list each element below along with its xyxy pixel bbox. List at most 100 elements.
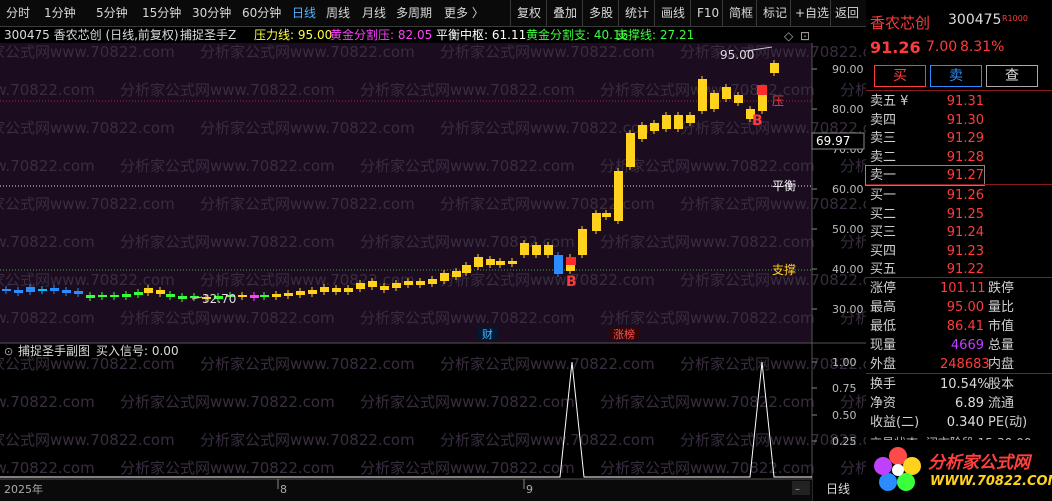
stat2-row[interactable]: 收益(二) 0.340 PE(动) [866, 413, 1052, 432]
candle-body [308, 290, 317, 294]
period-tab-30min[interactable]: 30分钟 [192, 0, 231, 26]
price-tick-label: 60.00 [832, 183, 864, 196]
kline-chart[interactable]: 分析家公式网www.70822.com 分析家公式网www.70822.com 分析… [0, 27, 866, 501]
watermark-text: 分析家公式网www.70822.com [360, 393, 575, 411]
stat-row[interactable]: 涨停 101.11 跌停 [866, 279, 1052, 298]
tool-add-watchlist-button[interactable]: +自选 [790, 0, 829, 26]
tool-back-button[interactable]: 返回 [830, 0, 859, 26]
bid-row[interactable]: 买四 91.23 [866, 242, 1052, 261]
row-label: 卖一 [870, 168, 897, 183]
tool-overlay-button[interactable]: 叠加 [546, 0, 577, 26]
row-value: 95.00 [946, 300, 984, 315]
row-label: 最低 [870, 319, 897, 334]
low-price-label: 32.70 [202, 292, 236, 306]
row-label: 买三 [870, 225, 897, 240]
period-tab-15min[interactable]: 15分钟 [142, 0, 181, 26]
candle-body [662, 115, 671, 129]
logo-url: WWW.70822.COM [930, 474, 1052, 489]
event-tag-finance[interactable]: 财 [482, 327, 493, 341]
bid-row[interactable]: 买三 91.24 [866, 223, 1052, 242]
tool-f10-button[interactable]: F10 [690, 0, 719, 26]
sub-tick-label: 0.25 [832, 435, 857, 448]
buy-button[interactable]: 买 [874, 65, 926, 87]
period-tab-more[interactable]: 更多 〉 [444, 0, 484, 26]
scroll-arrows-icon: – [795, 484, 800, 495]
orderbook-top-divider [866, 90, 1052, 91]
indicator-line-gold-press: 黄金分割压: 82.05 [330, 27, 432, 42]
candle-body [474, 257, 483, 267]
candle-body [272, 294, 281, 297]
watermark-text: 分析家公式网www.70822.com [200, 43, 415, 61]
watermark-text: 分析家公式网www.70822.com [0, 431, 175, 449]
candle-body [356, 283, 365, 289]
stats-divider [866, 277, 1052, 278]
stat-row[interactable]: 最高 95.00 量比 [866, 298, 1052, 317]
stat2-row[interactable]: 换手 10.54% 股本 [866, 375, 1052, 394]
sell-button[interactable]: 卖 [930, 65, 982, 87]
watermark-text: 分析家公式网www.70822.com [120, 81, 335, 99]
candle-body [260, 295, 269, 297]
candle-body [166, 294, 175, 297]
subchart-title: 捕捉圣手副图 [18, 343, 90, 358]
watermark-text: 分析家公式网www.70822.com [120, 309, 335, 327]
tool-multistock-button[interactable]: 多股 [582, 0, 613, 26]
tool-simple-frame-button[interactable]: 简框 [722, 0, 753, 26]
ask-row[interactable]: 卖五 ¥ 91.31 [866, 92, 1052, 111]
tool-draw-button[interactable]: 画线 [654, 0, 685, 26]
tool-mark-button[interactable]: 标记 [756, 0, 787, 26]
candle-body [674, 115, 683, 129]
row-label: 卖五 ¥ [870, 94, 909, 109]
ask-row[interactable]: 卖四 91.30 [866, 111, 1052, 130]
candle-body [722, 87, 731, 99]
period-tab-fenshi[interactable]: 分时 [6, 0, 30, 26]
candle-body [320, 287, 329, 292]
candle-body [614, 171, 623, 221]
period-tab-60min[interactable]: 60分钟 [242, 0, 281, 26]
period-tab-week[interactable]: 周线 [326, 0, 350, 26]
stat2-row[interactable]: 净资 6.89 流通 [866, 394, 1052, 413]
query-button[interactable]: 查 [986, 65, 1038, 87]
candle-body [98, 295, 107, 297]
bid-row[interactable]: 买一 91.26 [866, 186, 1052, 205]
candle-body [698, 79, 707, 111]
expand-icon[interactable]: ⊡ [800, 29, 810, 43]
ask-row[interactable]: 卖三 91.29 [866, 129, 1052, 148]
tool-fuquan-button[interactable]: 复权 [510, 0, 541, 26]
stat-row[interactable]: 现量 4669 总量 [866, 336, 1052, 355]
watermark-text: 分析家公式网www.70822.com [120, 459, 335, 477]
watermark-text: 分析家公式网www.70822.com [120, 157, 335, 175]
stat-row[interactable]: 外盘 248683 内盘 [866, 355, 1052, 374]
row-value: 91.26 [946, 188, 984, 203]
candle-body [296, 291, 305, 295]
settings-diamond-icon[interactable]: ◇ [784, 29, 794, 43]
watermark-text: 分析家公式网www.70822.com [0, 81, 95, 99]
row-label: 涨停 [870, 281, 897, 296]
bid-row[interactable]: 买二 91.25 [866, 205, 1052, 224]
price-tick-label: 90.00 [832, 63, 864, 76]
row-label-2: 市值 [988, 319, 1015, 334]
indicator-name: 捕捉圣手Z [180, 27, 236, 42]
indicator-line-pressure: 压力线: 95.00 [254, 28, 332, 42]
ask-row[interactable]: 卖二 91.28 [866, 148, 1052, 167]
row-value: 91.27 [946, 168, 984, 183]
stat-row[interactable]: 最低 86.41 市值 [866, 317, 1052, 336]
candle-body [14, 290, 23, 293]
watermark-text: 分析家公式网www.70822.com [0, 459, 95, 477]
tool-stats-button[interactable]: 统计 [618, 0, 649, 26]
period-tab-5min[interactable]: 5分钟 [96, 0, 128, 26]
period-tab-month[interactable]: 月线 [362, 0, 386, 26]
candle-body [26, 287, 35, 292]
watermark-text: 分析家公式网www.70822.com [120, 393, 335, 411]
ask-row[interactable]: 卖一 91.27 [865, 165, 985, 186]
period-tab-multi[interactable]: 多周期 [396, 0, 432, 26]
subchart-collapse-icon[interactable]: ⊙ [4, 345, 13, 358]
event-tag-zhangbang[interactable]: 涨榜 [613, 327, 635, 341]
candle-body [734, 95, 743, 103]
candle-body [110, 295, 119, 297]
row-value: 4669 [950, 338, 984, 353]
row-value: 248683 [940, 357, 990, 372]
period-tab-1min[interactable]: 1分钟 [44, 0, 76, 26]
candle-body [38, 289, 47, 291]
period-tab-day[interactable]: 日线 [292, 0, 316, 26]
watermark-text: 分析家公式网www.70822.com [0, 43, 175, 61]
